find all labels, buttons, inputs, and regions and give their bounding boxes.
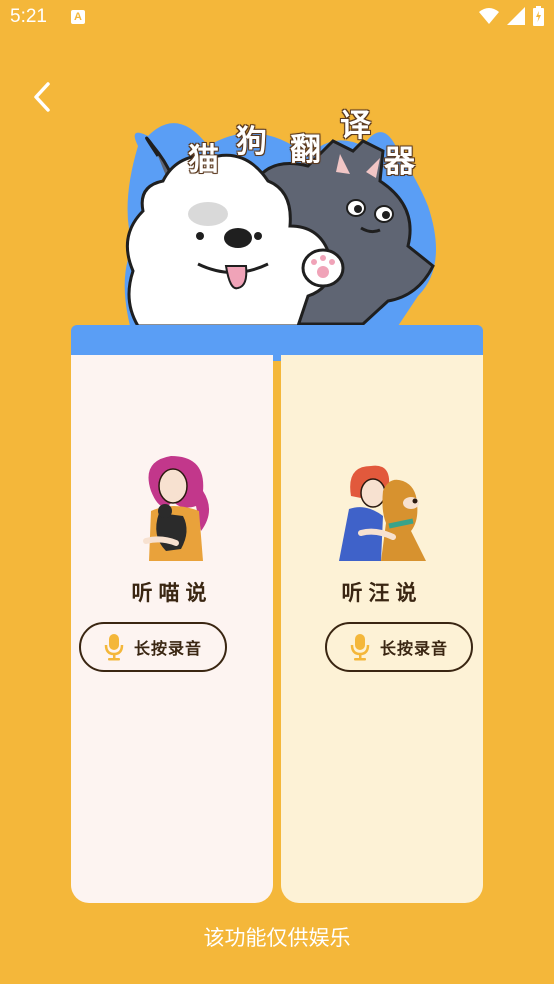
title-char-5: 器 (384, 144, 415, 180)
disclaimer-text: 该功能仅供娱乐 (203, 926, 351, 950)
woman-hugging-cat-icon (143, 456, 210, 561)
hero-illustration: 猫 狗 翻 译 器 (118, 96, 448, 336)
title-char-1: 猫 (188, 142, 219, 178)
battery-icon (533, 6, 544, 26)
dog-record-label: 长按录音 (379, 639, 448, 658)
wifi-icon (479, 8, 499, 24)
dog-record-button[interactable]: 长按录音 (325, 622, 473, 672)
chevron-left-icon (34, 82, 50, 112)
microphone-icon (350, 634, 370, 661)
cat-card-title: 听喵说 (131, 581, 213, 605)
cat-illustration (121, 451, 225, 565)
status-bar: 5:21 A (0, 0, 554, 36)
title-char-4: 译 (340, 108, 371, 144)
microphone-icon (104, 634, 124, 661)
dog-card-title: 听汪说 (341, 581, 423, 605)
title-char-2: 狗 (236, 124, 267, 160)
cat-card: 听喵说 长按录音 (71, 355, 273, 903)
status-time: 5:21 (10, 6, 47, 27)
dog-card: 听汪说 长按录音 (281, 355, 483, 903)
woman-hugging-dog-icon (339, 465, 426, 561)
cat-record-button[interactable]: 长按录音 (79, 622, 227, 672)
back-button[interactable] (26, 78, 66, 118)
dog-illustration (331, 451, 435, 565)
cat-dog-illustration (124, 123, 437, 328)
signal-icon (507, 7, 525, 25)
title-char-3: 翻 (290, 132, 321, 168)
notification-icon: A (71, 10, 85, 24)
status-icons (479, 6, 544, 26)
cat-record-label: 长按录音 (133, 639, 202, 658)
